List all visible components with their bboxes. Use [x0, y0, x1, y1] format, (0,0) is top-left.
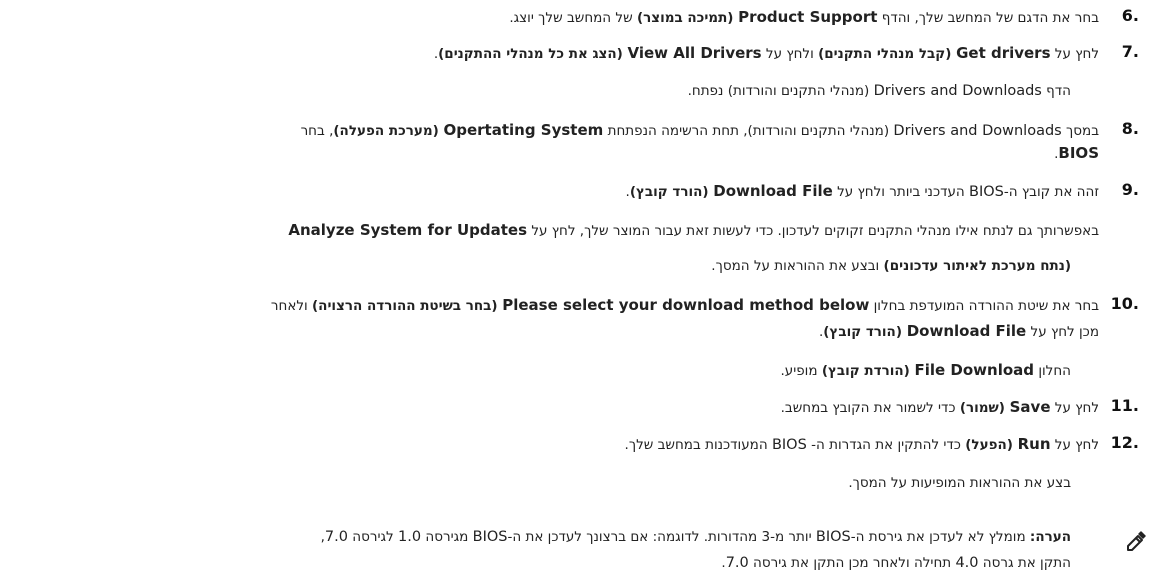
step-text: בחר את שיטת ההורדה המועדפת בחלון Please …: [270, 296, 1099, 314]
step-number: .6: [1121, 6, 1139, 25]
step-number: .11: [1110, 396, 1139, 415]
analyze-text: באפשרותך גם לנתח אילו מנהלי התקנים זקוקי…: [288, 221, 1099, 239]
step-number: .8: [1121, 119, 1139, 138]
step-number: .12: [1110, 433, 1139, 452]
step-result-text: בצע את ההוראות המופיעות על המסך.: [848, 475, 1071, 491]
document-page: .6 בחר את הדגם של המחשב שלך, והדף Produc…: [0, 0, 1167, 578]
step-text: בחר את הדגם של המחשב שלך, והדף Product S…: [509, 8, 1099, 26]
step-text-continued: מכן לחץ על Download File (הורד קובץ).: [818, 322, 1099, 340]
step-text-continued: BIOS.: [1054, 144, 1099, 162]
step-text: לחץ על Run (הפעל) כדי להתקין את הגדרות ה…: [624, 435, 1099, 453]
step-result-text: הדף Drivers and Downloads (מנהלי התקנים …: [687, 83, 1071, 99]
note-text: הערה: מומלץ לא לעדכן את גירסת ה-BIOS יות…: [320, 529, 1071, 545]
step-number: .9: [1121, 180, 1139, 199]
step-result-text: החלון File Download (הורדת קובץ) מופיע.: [780, 361, 1071, 379]
step-number: .10: [1110, 294, 1139, 313]
step-text: לחץ על Get drivers (קבל מנהלי התקנים) ול…: [433, 44, 1099, 62]
analyze-text-continued: (נתח מערכת לאיתור עדכונים) ובצע את ההורא…: [711, 258, 1071, 274]
step-text: במסך Drivers and Downloads (מנהלי התקנים…: [300, 121, 1099, 139]
step-text: זהה את קובץ ה-BIOS העדכני ביותר ולחץ על …: [625, 182, 1099, 200]
step-number: .7: [1121, 42, 1139, 61]
step-text: לחץ על Save (שמור) כדי לשמור את הקובץ במ…: [780, 398, 1099, 416]
note-label: הערה:: [1029, 529, 1071, 545]
note-text-continued: התקן את גרסה 4.0 תחילה ולאחר מכן התקן את…: [721, 555, 1071, 571]
note-pencil-icon: [1127, 531, 1146, 551]
